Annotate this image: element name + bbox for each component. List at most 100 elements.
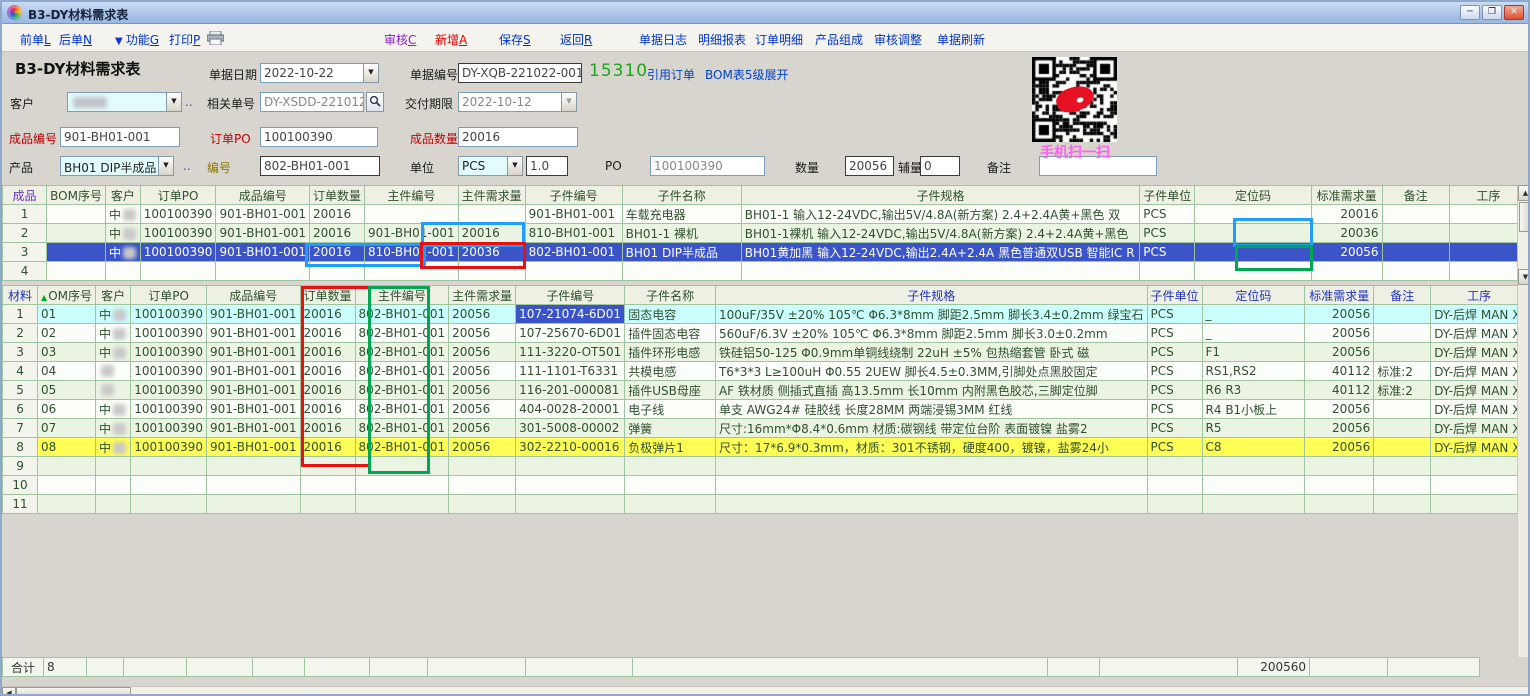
table-row[interactable]: 101中100100390901-BH01-00120016802-BH01-0… [3,305,1528,324]
row-number[interactable]: 10 [3,476,38,495]
order-po-input[interactable]: 100100390 [260,127,378,147]
column-header[interactable]: 客户 [105,186,140,205]
toolbar-item-明细报表[interactable]: 明细报表 [698,31,746,48]
column-header[interactable]: 订单PO [140,186,216,205]
part-no-input[interactable]: 802-BH01-001 [260,156,380,176]
table-row[interactable]: 202中100100390901-BH01-00120016802-BH01-0… [3,324,1528,343]
scroll-left-icon[interactable]: ◀ [2,687,16,696]
vertical-scroll-thumb[interactable] [1519,202,1530,232]
product-qty-input[interactable]: 20016 [458,127,578,147]
row-number[interactable]: 3 [3,243,47,262]
column-header[interactable]: 订单数量 [310,186,365,205]
column-header[interactable]: 定位码 [1195,186,1311,205]
column-header[interactable]: 成品编号 [216,186,310,205]
toolbar-item-订单明细[interactable]: 订单明细 [755,31,803,48]
column-header[interactable]: 备注 [1374,286,1431,305]
unit-dropdown-icon[interactable]: ▼ [507,156,523,176]
column-header[interactable]: 标准需求量 [1305,286,1374,305]
doc-date-input[interactable]: 2022-10-22 [260,63,364,83]
product-browse-dots[interactable]: .. [183,159,191,173]
toolbar-item-新增[interactable]: 新增A [435,31,467,48]
toolbar-item-功能[interactable]: ▼功能G [115,31,159,48]
toolbar-item-单据日志[interactable]: 单据日志 [639,31,687,48]
column-header[interactable]: 子件规格 [715,286,1147,305]
toolbar-item-审核调整[interactable]: 审核调整 [874,31,922,48]
horizontal-scrollbar[interactable]: ◀ [2,686,1530,696]
toolbar-item-审核[interactable]: 审核C [384,31,416,48]
row-number[interactable]: 3 [3,343,38,362]
customer-browse-dots[interactable]: .. [185,95,193,109]
column-header[interactable]: BOM序号 [47,186,106,205]
column-header[interactable]: 订单数量 [300,286,355,305]
column-header[interactable]: 子件编号 [516,286,625,305]
table-row[interactable]: 606中100100390901-BH01-00120016802-BH01-0… [3,400,1528,419]
print-icon[interactable] [207,31,224,48]
doc-no-input[interactable]: DY-XQB-221022-001 [458,63,582,83]
column-header[interactable]: 主件需求量 [449,286,516,305]
toolbar-item-保存[interactable]: 保存S [499,31,531,48]
row-number[interactable]: 8 [3,438,38,457]
row-number[interactable]: 2 [3,224,47,243]
scroll-down-icon[interactable]: ▼ [1518,269,1530,285]
factor-input[interactable]: 1.0 [526,156,568,176]
table-row[interactable]: 2中100100390901-BH01-00120016901-BH01-001… [3,224,1528,243]
table-row[interactable]: 4 [3,262,1528,281]
column-header[interactable]: 订单PO [131,286,207,305]
customer-dropdown-icon[interactable]: ▼ [166,92,182,112]
vertical-scroll-track[interactable] [1517,286,1530,657]
column-header[interactable]: 备注 [1382,186,1449,205]
minimize-button[interactable]: ─ [1460,5,1480,20]
toolbar-item-单据刷新[interactable]: 单据刷新 [937,31,985,48]
column-header[interactable]: 子件单位 [1140,186,1195,205]
column-header[interactable]: 标准需求量 [1311,186,1382,205]
toolbar-item-后单[interactable]: 后单N [59,31,92,48]
vertical-scrollbar[interactable]: ▲ ▼ [1517,185,1530,286]
column-header[interactable]: 主件编号 [365,186,459,205]
deadline-input[interactable]: 2022-10-12 [458,92,562,112]
column-header[interactable]: 定位码 [1202,286,1305,305]
table-row[interactable]: 808中100100390901-BH01-00120016802-BH01-0… [3,438,1528,457]
column-header[interactable]: 子件单位 [1147,286,1202,305]
product-no-input[interactable]: 901-BH01-001 [60,127,180,147]
table-row[interactable]: 707中100100390901-BH01-00120016802-BH01-0… [3,419,1528,438]
row-number[interactable]: 9 [3,457,38,476]
table-row[interactable]: 505100100390901-BH01-00120016802-BH01-00… [3,381,1528,400]
column-header[interactable]: 子件编号 [525,186,622,205]
row-number[interactable]: 1 [3,205,47,224]
column-header[interactable]: 工序 [1431,286,1528,305]
ref-order-link[interactable]: 引用订单 [647,66,695,83]
column-header[interactable]: 子件名称 [625,286,716,305]
qty-input[interactable]: 20056 [845,156,894,176]
row-number[interactable]: 6 [3,400,38,419]
column-header[interactable]: 成品编号 [206,286,300,305]
table-row[interactable]: 404100100390901-BH01-00120016802-BH01-00… [3,362,1528,381]
table-row[interactable]: 10 [3,476,1528,495]
toolbar-item-返回[interactable]: 返回R [560,31,592,48]
row-number[interactable]: 7 [3,419,38,438]
column-header[interactable]: 主件需求量 [458,186,525,205]
toolbar-item-前单[interactable]: 前单L [20,31,51,48]
column-header[interactable]: 主件编号 [355,286,449,305]
column-header[interactable]: 子件名称 [622,186,741,205]
maximize-button[interactable]: ❐ [1482,5,1502,20]
scroll-up-icon[interactable]: ▲ [1518,185,1530,201]
column-header[interactable]: 子件规格 [741,186,1140,205]
product-dropdown-icon[interactable]: ▼ [158,156,174,176]
column-header[interactable]: ▲OM序号 [38,286,96,305]
bom-expand-link[interactable]: BOM表5级展开 [705,66,788,83]
unit-select[interactable]: PCS [458,156,508,176]
toolbar-item-打印[interactable]: 打印P [169,31,200,48]
row-number[interactable]: 4 [3,262,47,281]
close-button[interactable]: ✕ [1504,5,1524,20]
doc-date-calendar-icon[interactable]: ▼ [363,63,379,83]
related-no-input[interactable]: DY-XSDD-221012-01 [260,92,364,112]
table-row[interactable]: 3中100100390901-BH01-00120016810-BH01-001… [3,243,1528,262]
column-header[interactable]: 工序 [1449,186,1527,205]
aux-qty-input[interactable]: 0 [920,156,960,176]
toolbar-item-产品组成[interactable]: 产品组成 [815,31,863,48]
column-header[interactable]: 客户 [96,286,131,305]
row-number[interactable]: 11 [3,495,38,514]
product-select[interactable]: BH01 DIP半成品 [60,156,159,176]
customer-select[interactable] [67,92,167,112]
po-input[interactable]: 100100390 [650,156,765,176]
